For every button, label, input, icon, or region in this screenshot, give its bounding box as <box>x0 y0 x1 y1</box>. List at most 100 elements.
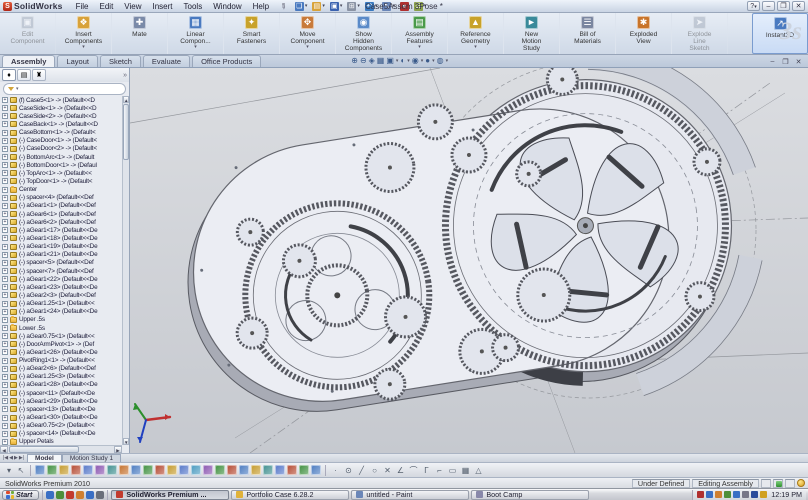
minimize-button[interactable]: – <box>762 1 775 11</box>
tab-office-products[interactable]: Office Products <box>192 55 261 67</box>
assembly-tool-icon[interactable] <box>131 465 141 475</box>
sketch-tool-icon[interactable]: ✕ <box>382 466 393 475</box>
expand-icon[interactable]: + <box>2 170 8 176</box>
scroll-right-arrow[interactable]: ▶ <box>114 446 122 453</box>
tree-item[interactable]: +Center <box>2 186 122 194</box>
expand-icon[interactable]: + <box>2 138 8 144</box>
open-button[interactable]: ▤▾ <box>310 1 327 12</box>
assembly-tool-icon[interactable] <box>95 465 105 475</box>
toolbar-glyph-icon[interactable]: ↖ <box>16 466 26 475</box>
expand-icon[interactable]: + <box>2 146 8 152</box>
assembly-tool-icon[interactable] <box>59 465 69 475</box>
assembly-tool-icon[interactable] <box>227 465 237 475</box>
expand-icon[interactable]: + <box>2 415 8 421</box>
scroll-down-arrow[interactable]: ▼ <box>123 438 129 445</box>
doc-restore-button[interactable]: ❐ <box>780 58 791 66</box>
tray-icon[interactable] <box>697 491 704 498</box>
linear-component-pattern-button[interactable]: ▦Linear Compon...▾ <box>168 13 224 54</box>
start-button[interactable]: Start <box>2 490 39 500</box>
pin-icon[interactable]: ✎ <box>278 0 289 11</box>
quick-launch-icon[interactable] <box>96 491 104 499</box>
appearances-icon[interactable]: ● <box>425 56 430 66</box>
sketch-tool-icon[interactable]: ○ <box>369 466 380 475</box>
tray-icon[interactable] <box>742 491 749 498</box>
expand-icon[interactable]: + <box>2 130 8 136</box>
tree-item[interactable]: +(-) spacer<4> (Default<<Def <box>2 194 122 202</box>
menu-insert[interactable]: Insert <box>148 2 178 11</box>
tree-item[interactable]: +(-) aGear1<19> (Default<<De <box>2 243 122 251</box>
select-button[interactable]: ↖▾ <box>380 1 397 12</box>
help-button[interactable]: ?▾ <box>747 1 760 11</box>
expand-icon[interactable]: + <box>2 423 8 429</box>
tree-item[interactable]: +(-) aGear1<17> (Default<<De <box>2 226 122 234</box>
menu-edit[interactable]: Edit <box>95 2 119 11</box>
previous-view-icon[interactable]: ◈ <box>369 56 375 66</box>
section-view-icon[interactable]: ▦ <box>377 56 385 66</box>
tree-item[interactable]: +(-) aGear1<21> (Default<<De <box>2 251 122 259</box>
doc-close-button[interactable]: ✕ <box>793 58 804 66</box>
task-button[interactable]: Boot Camp <box>471 490 589 500</box>
instant3d-button[interactable]: ↗Instant3D <box>752 13 808 54</box>
close-button[interactable]: ✕ <box>792 1 805 11</box>
menu-help[interactable]: Help <box>248 2 274 11</box>
tree-item[interactable]: +(-) CaseDoor<2> -> (Default< <box>2 145 122 153</box>
tree-item[interactable]: +(-) aGear1<29> (Default<<De <box>2 397 122 405</box>
expand-icon[interactable]: + <box>2 358 8 364</box>
assembly-tool-icon[interactable] <box>287 465 297 475</box>
tree-filter-input[interactable]: ▾ <box>3 83 126 95</box>
tab-model[interactable]: Model <box>27 454 62 462</box>
tray-icon[interactable] <box>706 491 713 498</box>
sketch-tool-icon[interactable]: Γ <box>421 466 432 475</box>
tree-item[interactable]: +(-) spacer<14> (Default<<De <box>2 430 122 438</box>
tree-vertical-scrollbar[interactable]: ▲ ▼ <box>122 96 129 445</box>
tree-item[interactable]: +PivotRing1<1> -> (Default<< <box>2 357 122 365</box>
expand-icon[interactable]: + <box>2 382 8 388</box>
sketch-tool-icon[interactable]: ╱ <box>356 466 367 475</box>
quick-tips-icon[interactable] <box>773 479 783 488</box>
assembly-tool-icon[interactable] <box>179 465 189 475</box>
move-component-button[interactable]: ✥Move Component▾ <box>280 13 336 54</box>
tray-icon[interactable] <box>724 491 731 498</box>
tree-item[interactable]: +(-) aGear1<18> (Default<<De <box>2 234 122 242</box>
tree-item[interactable]: +(-) aGear1<24> (Default<<De <box>2 308 122 316</box>
expand-icon[interactable]: + <box>2 178 8 184</box>
help-bulb-icon[interactable] <box>797 479 805 487</box>
insert-components-button[interactable]: ❖Insert Components▾ <box>56 13 112 54</box>
assembly-tool-icon[interactable] <box>83 465 93 475</box>
tree-item[interactable]: +(-) spacer<13> (Default<<De <box>2 405 122 413</box>
tree-item[interactable]: +(-) spacer<11> (Default<<De <box>2 389 122 397</box>
tree-item[interactable]: +(-) aGear1<23> (Default<<De <box>2 283 122 291</box>
expand-icon[interactable]: + <box>2 398 8 404</box>
tree-item[interactable]: +(-) aGear1.25<3> (Default<< <box>2 373 122 381</box>
quick-launch-icon[interactable] <box>46 491 54 499</box>
tree-item[interactable]: +(-) BottomDoor<1> -> (Defaul <box>2 161 122 169</box>
tree-item[interactable]: +(-) aGear1<28> (Default<<De <box>2 381 122 389</box>
expand-icon[interactable]: + <box>2 227 8 233</box>
expand-icon[interactable]: + <box>2 252 8 258</box>
tree-item[interactable]: +(-) TopArc<1> -> (Default<< <box>2 169 122 177</box>
expand-icon[interactable]: + <box>2 235 8 241</box>
task-button[interactable]: untitled - Paint <box>351 490 469 500</box>
tray-icon[interactable] <box>715 491 722 498</box>
assembly-tool-icon[interactable] <box>299 465 309 475</box>
expand-icon[interactable]: + <box>2 276 8 282</box>
scene-icon[interactable]: ◍ <box>437 56 444 66</box>
tab-nav-arrow-icon[interactable]: ◀ <box>9 455 13 461</box>
reference-geometry-button[interactable]: ▲Reference Geometry▾ <box>448 13 504 54</box>
tree-item[interactable]: +(-) aGear1<1> (Default<<Def <box>2 202 122 210</box>
expand-icon[interactable]: + <box>2 113 8 119</box>
menu-file[interactable]: File <box>71 2 94 11</box>
tab-nav-arrow-icon[interactable]: ▶ <box>14 455 18 461</box>
assembly-tool-icon[interactable] <box>35 465 45 475</box>
expand-icon[interactable]: + <box>2 121 8 127</box>
sketch-tool-icon[interactable]: ⌒ <box>408 465 419 476</box>
assembly-tool-icon[interactable] <box>155 465 165 475</box>
expand-icon[interactable]: + <box>2 195 8 201</box>
scroll-left-arrow[interactable]: ◀ <box>0 446 8 453</box>
display-style-icon[interactable]: ◐ <box>400 56 405 66</box>
expand-icon[interactable]: + <box>2 260 8 266</box>
sketch-tool-icon[interactable]: △ <box>473 466 484 475</box>
tree-item[interactable]: +(-) BottomArc<1> -> (Default <box>2 153 122 161</box>
expand-icon[interactable]: + <box>2 309 8 315</box>
tree-item[interactable]: +(-) aGear6<1> (Default<<Def <box>2 210 122 218</box>
